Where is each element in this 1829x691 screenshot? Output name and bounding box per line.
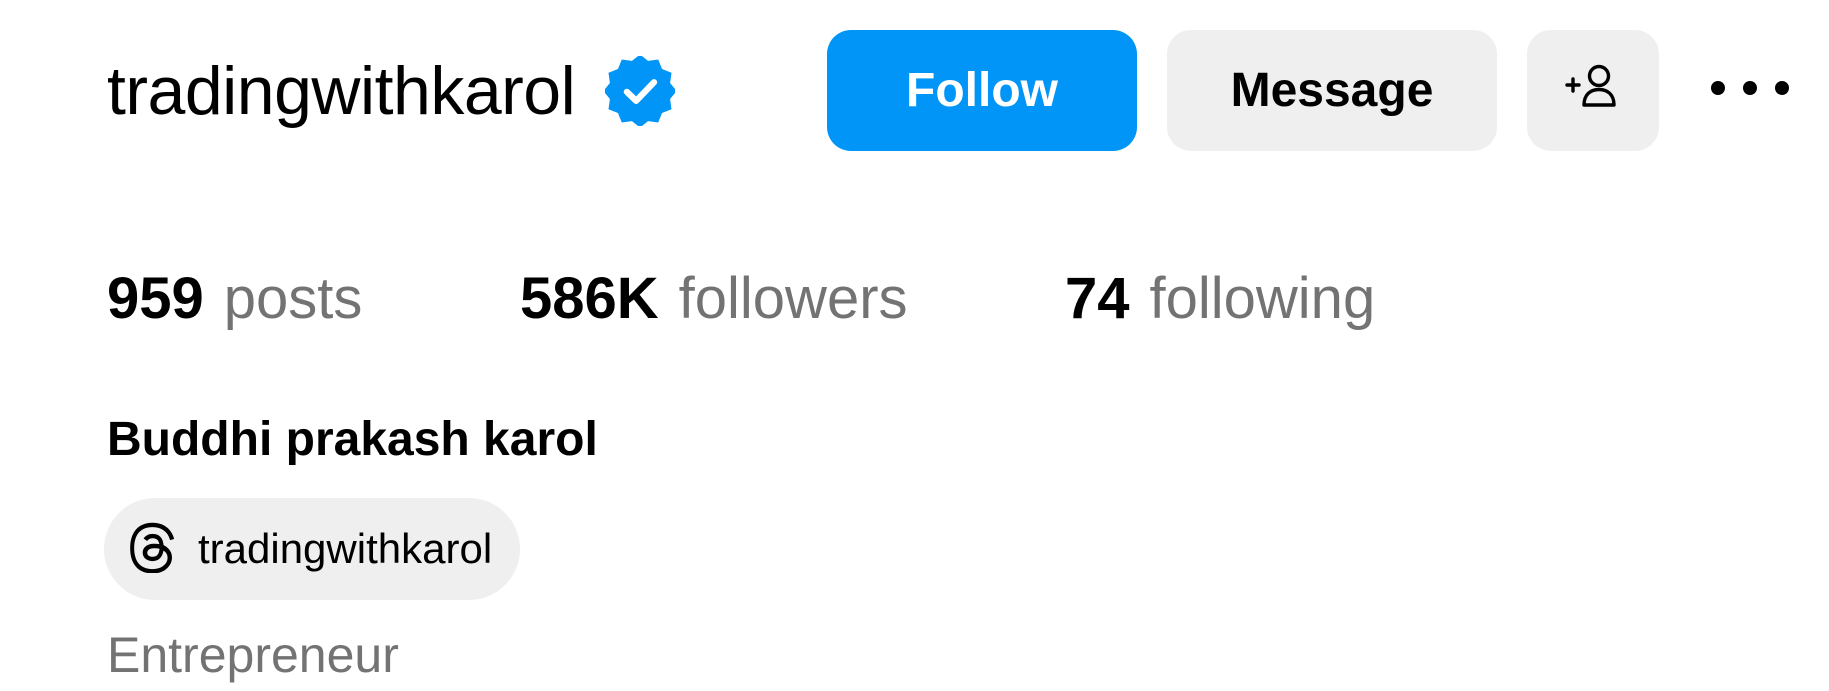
followers-stat[interactable]: 586K followers	[520, 265, 1065, 332]
add-user-icon	[1563, 61, 1623, 121]
follow-button-label: Follow	[906, 64, 1058, 117]
threads-icon	[128, 521, 180, 578]
following-stat[interactable]: 74 following	[1065, 265, 1375, 332]
posts-stat: 959 posts	[107, 265, 520, 332]
profile-stats: 959 posts 586K followers 74 following	[107, 258, 1375, 338]
threads-handle: tradingwithkarol	[198, 525, 493, 572]
message-button[interactable]: Message	[1167, 30, 1497, 151]
suggest-accounts-button[interactable]	[1527, 30, 1659, 151]
followers-label: followers	[678, 265, 908, 331]
threads-link[interactable]: tradingwithkarol	[104, 498, 521, 600]
following-label: following	[1149, 265, 1376, 331]
follow-button[interactable]: Follow	[827, 30, 1137, 151]
username-row: tradingwithkarol	[107, 30, 677, 152]
message-button-label: Message	[1230, 64, 1434, 117]
profile-category: Entrepreneur	[107, 627, 399, 683]
more-options-icon	[1710, 80, 1790, 101]
full-name: Buddhi prakash karol	[107, 413, 598, 466]
following-count: 74	[1065, 265, 1130, 331]
profile-header: tradingwithkarol Follow Message 959 post…	[0, 0, 1829, 691]
posts-label: posts	[223, 265, 363, 331]
username: tradingwithkarol	[107, 53, 576, 129]
more-options-button[interactable]	[1700, 60, 1800, 120]
posts-count: 959	[107, 265, 204, 331]
followers-count: 586K	[520, 265, 659, 331]
verified-badge-icon	[603, 54, 677, 128]
